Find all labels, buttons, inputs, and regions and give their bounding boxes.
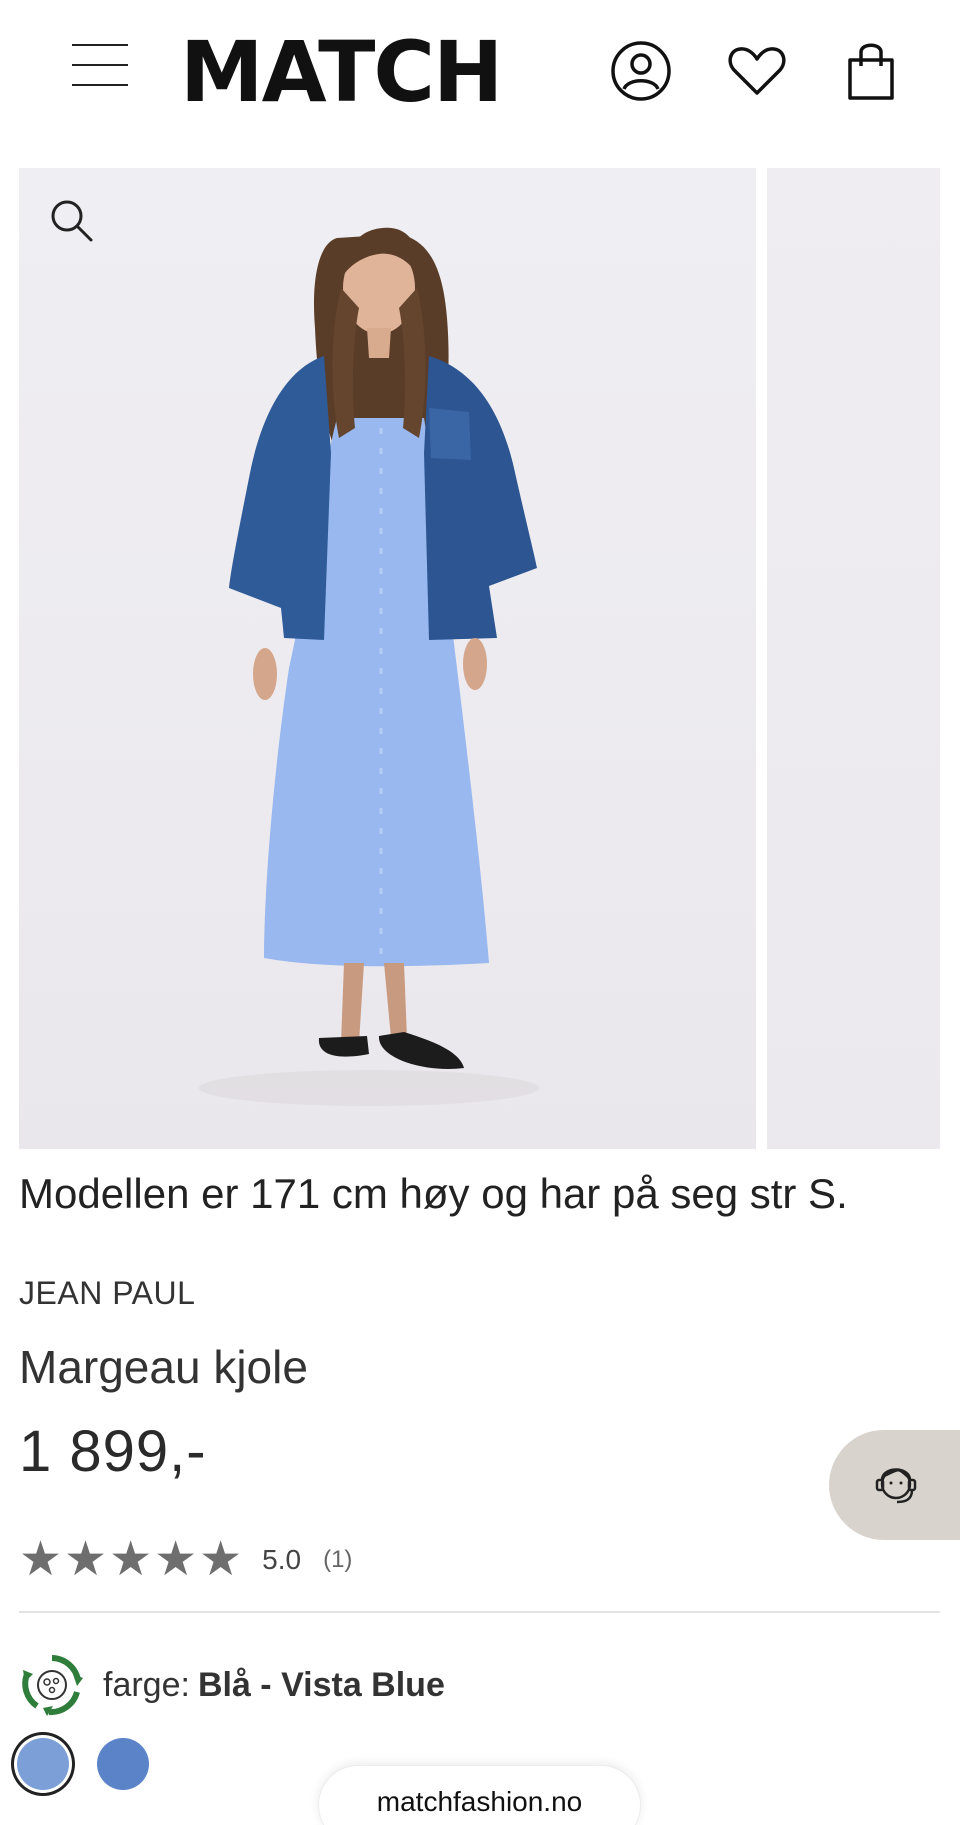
- star-icon: ★: [199, 1533, 243, 1586]
- color-swatch-selected[interactable]: [17, 1738, 69, 1790]
- heart-icon[interactable]: [724, 38, 790, 104]
- star-icon: ★: [154, 1533, 198, 1586]
- next-product-photo[interactable]: [767, 168, 940, 1149]
- url-text: matchfashion.no: [376, 1786, 583, 1817]
- model-photo-illustration: [199, 227, 539, 1106]
- star-icon: ★: [19, 1533, 63, 1586]
- star-icon: ★: [109, 1533, 153, 1586]
- search-icon[interactable]: [47, 196, 97, 246]
- color-label: farge:: [103, 1665, 190, 1704]
- site-header: MATCH: [0, 0, 960, 150]
- rating-value: 5.0: [262, 1544, 302, 1575]
- review-count[interactable]: (1): [323, 1546, 352, 1574]
- product-image-gallery[interactable]: [19, 168, 940, 1149]
- product-title: Margeau kjole: [19, 1341, 308, 1393]
- shopping-bag-icon[interactable]: [838, 38, 904, 104]
- section-divider: [19, 1611, 940, 1613]
- hamburger-menu-icon[interactable]: [72, 42, 128, 88]
- product-price: 1 899,-: [19, 1419, 207, 1484]
- rating-stars: ★ ★ ★ ★ ★: [19, 1536, 242, 1584]
- model-size-note: Modellen er 171 cm høy og har på seg str…: [19, 1170, 848, 1217]
- color-swatch[interactable]: [97, 1738, 149, 1790]
- customer-service-button[interactable]: [829, 1430, 960, 1540]
- eco-recycle-icon: [22, 1655, 83, 1716]
- user-icon[interactable]: [608, 38, 674, 104]
- star-icon: ★: [64, 1533, 108, 1586]
- site-logo[interactable]: MATCH: [180, 22, 503, 122]
- product-rating[interactable]: ★ ★ ★ ★ ★ 5.0 (1): [19, 1535, 352, 1585]
- browser-url-bar[interactable]: matchfashion.no: [318, 1765, 641, 1825]
- selected-color-name: Blå - Vista Blue: [197, 1665, 445, 1704]
- customer-service-icon: [875, 1468, 917, 1504]
- color-selector-label: farge: Blå - Vista Blue: [19, 1650, 445, 1720]
- product-brand[interactable]: JEAN PAUL: [19, 1275, 195, 1312]
- product-photo[interactable]: [19, 168, 756, 1149]
